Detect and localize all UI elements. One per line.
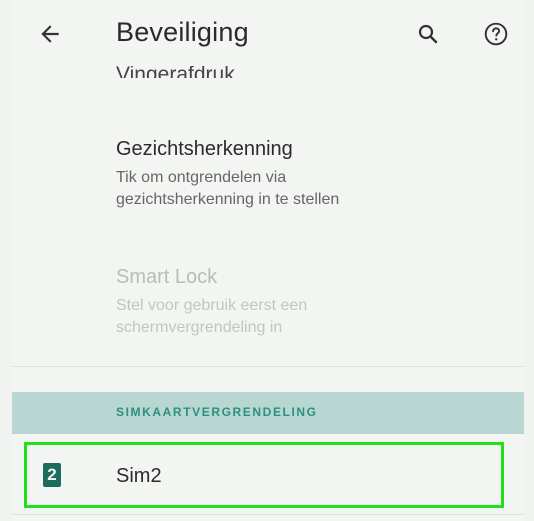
search-icon [418,24,438,44]
list-item-summary: Tik om ontgrendelen via gezichtsherkenni… [116,167,339,211]
help-button[interactable] [478,16,514,52]
sim-card-icon: 2 [43,463,61,487]
list-item-summary: Stel voor gebruik eerst een schermvergre… [116,295,307,339]
list-item-face-recognition[interactable]: Gezichtsherkenning Tik om ontgrendelen v… [116,138,339,211]
list-item-smart-lock: Smart Lock Stel voor gebruik eerst een s… [116,266,307,339]
list-item-title: Smart Lock [116,266,218,288]
app-bar: Beveiliging [12,0,524,66]
section-header-label: SIMKAARTVERGRENDELING [116,405,318,419]
summary-line: gezichtsherkenning in te stellen [116,191,340,208]
summary-line: Stel voor gebruik eerst een [116,297,308,314]
list-item-title: Gezichtsherkenning [116,138,293,160]
help-circle-icon [484,22,508,46]
summary-line: Tik om ontgrendelen via [116,169,287,186]
page-title: Beveiliging [116,17,249,47]
divider [12,514,524,515]
back-button[interactable] [32,16,68,52]
section-header: SIMKAARTVERGRENDELING [12,392,524,434]
sim-label: Sim2 [116,465,162,487]
divider [12,366,524,367]
sim-list-item[interactable]: 2 Sim2 [24,442,504,508]
arrow-left-icon [41,25,59,43]
search-button[interactable] [410,16,446,52]
sim-slot-number: 2 [47,465,57,484]
screen: Beveiliging Vingerafdruk Gezichtsherkenn… [12,0,524,521]
summary-line: schermvergrendeling in [116,319,283,336]
